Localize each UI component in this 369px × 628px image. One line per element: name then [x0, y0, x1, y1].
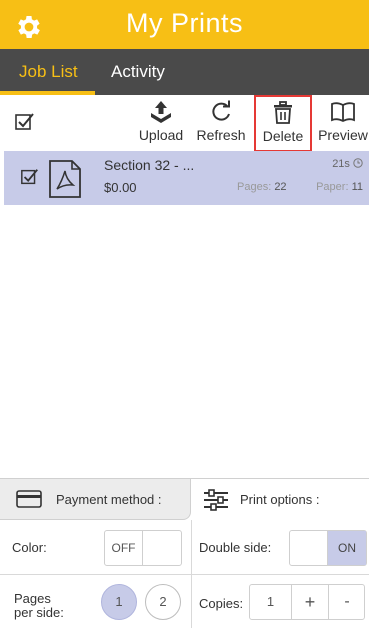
- delete-button[interactable]: Delete: [254, 95, 312, 152]
- job-cost: $0.00: [104, 180, 137, 195]
- job-time: 21s: [332, 158, 363, 170]
- refresh-icon: [191, 100, 251, 124]
- upload-icon: [131, 100, 191, 124]
- double-side-toggle[interactable]: ON: [289, 530, 367, 566]
- pages-per-side-1-option[interactable]: 1: [101, 584, 137, 620]
- row-divider: [0, 574, 369, 575]
- page-title: My Prints: [125, 8, 243, 38]
- payment-method-tab[interactable]: Payment method :: [0, 478, 191, 520]
- credit-card-icon: [16, 490, 42, 508]
- preview-label: Preview: [318, 127, 368, 143]
- clock-icon: [353, 158, 363, 170]
- trash-icon: [256, 101, 310, 125]
- print-job-row[interactable]: Section 32 - ... $0.00 21s Pages: 22 Pap…: [4, 151, 369, 205]
- job-toolbar: Upload Refresh Delete Preview: [0, 95, 369, 152]
- copies-decrement-button[interactable]: -: [329, 585, 365, 619]
- color-toggle[interactable]: OFF: [104, 530, 182, 566]
- job-paper-value: 11: [351, 181, 363, 193]
- color-label: Color:: [12, 540, 47, 555]
- double-side-label: Double side:: [199, 540, 272, 555]
- preview-button[interactable]: Preview: [313, 100, 369, 146]
- pages-per-side-label: Pages per side:: [14, 592, 64, 620]
- select-all-checkbox[interactable]: [14, 111, 36, 133]
- upload-label: Upload: [138, 127, 184, 143]
- print-options-tab[interactable]: Print options :: [191, 478, 369, 520]
- tab-bar: Job List Activity: [0, 49, 369, 95]
- payment-method-label: Payment method :: [56, 492, 162, 507]
- print-options-grid: Color: OFF Double side: ON Pages per sid…: [0, 520, 369, 628]
- copies-value[interactable]: 1: [250, 585, 292, 619]
- pages-per-side-line1: Pages: [14, 591, 51, 606]
- print-settings-panel: Payment method : Print options : Color: …: [0, 478, 369, 628]
- print-options-label: Print options :: [240, 492, 320, 507]
- sliders-icon: [203, 489, 229, 511]
- color-on-option[interactable]: [143, 531, 181, 565]
- pdf-icon: [48, 159, 82, 199]
- copies-label: Copies:: [199, 596, 244, 611]
- job-pages: Pages: 22: [237, 181, 287, 193]
- book-icon: [313, 100, 369, 124]
- double-side-off-option[interactable]: [290, 531, 328, 565]
- pages-per-side-2-option[interactable]: 2: [145, 584, 181, 620]
- refresh-label: Refresh: [196, 127, 246, 143]
- app-header: My Prints: [0, 0, 369, 49]
- job-paper-label: Paper:: [316, 181, 349, 193]
- pages-per-side-line2: per side:: [14, 605, 64, 620]
- copies-stepper: 1 + -: [249, 584, 365, 620]
- refresh-button[interactable]: Refresh: [191, 100, 251, 146]
- double-side-on-option[interactable]: ON: [328, 531, 366, 565]
- upload-button[interactable]: Upload: [131, 100, 191, 146]
- copies-increment-button[interactable]: +: [292, 585, 329, 619]
- job-checkbox[interactable]: [20, 167, 40, 187]
- job-time-value: 21s: [332, 158, 350, 170]
- color-off-option[interactable]: OFF: [105, 531, 143, 565]
- job-pages-value: 22: [274, 181, 287, 193]
- job-paper: Paper: 11: [316, 181, 363, 193]
- tab-job-list[interactable]: Job List: [19, 62, 78, 82]
- job-pages-label: Pages:: [237, 181, 272, 193]
- tab-activity[interactable]: Activity: [111, 62, 165, 82]
- delete-label: Delete: [262, 128, 304, 144]
- job-title: Section 32 - ...: [104, 157, 195, 173]
